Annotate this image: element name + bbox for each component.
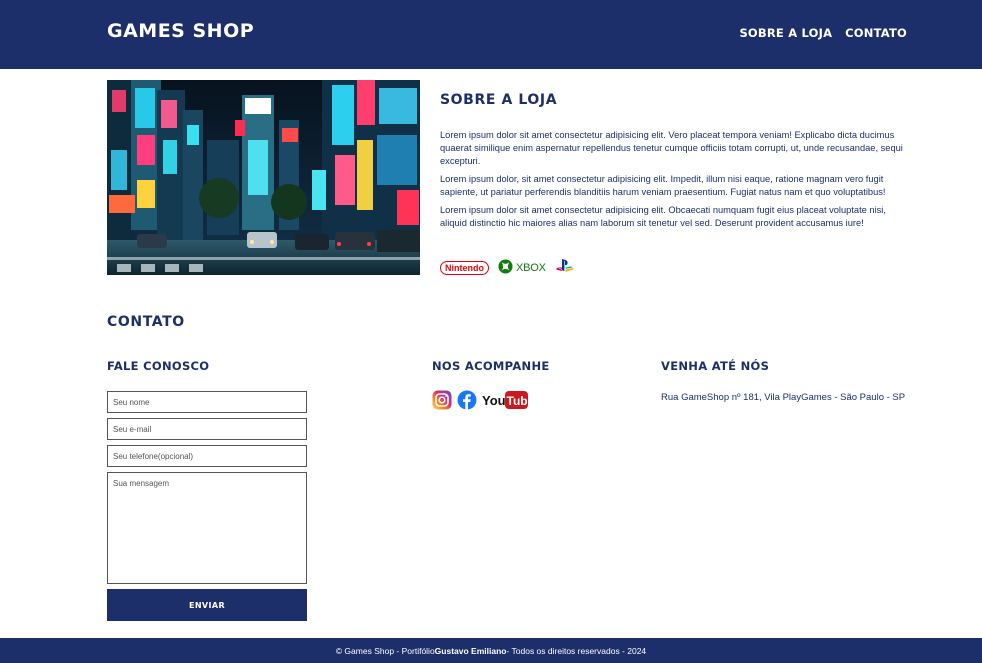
email-input[interactable] bbox=[107, 418, 307, 440]
youtube-tube-text: Tube bbox=[507, 394, 529, 408]
message-textarea[interactable] bbox=[107, 472, 307, 584]
main-nav: SOBRE A LOJA CONTATO bbox=[739, 26, 907, 40]
store-address: Rua GameShop nº 181, Vila PlayGames - Sã… bbox=[661, 392, 906, 403]
instagram-icon[interactable] bbox=[432, 390, 452, 410]
social-links: You Tube bbox=[432, 390, 528, 410]
about-paragraph-3: Lorem ipsum dolor sit amet consectetur a… bbox=[440, 205, 886, 228]
nav-link-contato[interactable]: CONTATO bbox=[845, 26, 907, 40]
xbox-icon bbox=[498, 259, 513, 277]
footer-author: Gustavo Emiliano bbox=[434, 645, 507, 656]
form-title: FALE CONOSCO bbox=[107, 359, 210, 373]
youtube-you-text: You bbox=[482, 393, 506, 408]
about-title: SOBRE A LOJA bbox=[440, 92, 558, 108]
footer-prefix: © Games Shop - Portifólio bbox=[335, 645, 435, 656]
site-footer: © Games Shop - Portifólio Gustavo Emilia… bbox=[0, 638, 982, 663]
facebook-icon[interactable] bbox=[457, 390, 477, 410]
about-paragraph-1: Lorem ipsum dolor sit amet consectetur a… bbox=[440, 130, 903, 166]
footer-suffix: - Todos os direitos reservados - 2024 bbox=[506, 645, 647, 656]
nintendo-logo: Nintendo bbox=[440, 261, 489, 275]
playstation-icon bbox=[555, 258, 575, 278]
site-header: GAMES SHOP SOBRE A LOJA CONTATO bbox=[0, 0, 982, 69]
about-text: Lorem ipsum dolor sit amet consectetur a… bbox=[440, 129, 908, 235]
xbox-label: XBOX bbox=[516, 262, 546, 274]
store-photo bbox=[107, 80, 420, 275]
social-title: NOS ACOMPANHE bbox=[432, 359, 550, 373]
console-brands: Nintendo XBOX bbox=[440, 258, 575, 278]
brand-logo[interactable]: GAMES SHOP bbox=[107, 20, 254, 42]
name-input[interactable] bbox=[107, 391, 307, 413]
submit-button[interactable]: ENVIAR bbox=[107, 589, 307, 621]
youtube-icon[interactable]: You Tube bbox=[482, 390, 528, 410]
xbox-logo: XBOX bbox=[498, 259, 546, 277]
phone-input[interactable] bbox=[107, 445, 307, 467]
location-title: VENHA ATÉ NÓS bbox=[661, 359, 770, 373]
nav-link-sobre[interactable]: SOBRE A LOJA bbox=[739, 26, 832, 40]
contact-title: CONTATO bbox=[107, 314, 185, 330]
about-paragraph-2: Lorem ipsum dolor, sit amet consectetur … bbox=[440, 174, 886, 197]
